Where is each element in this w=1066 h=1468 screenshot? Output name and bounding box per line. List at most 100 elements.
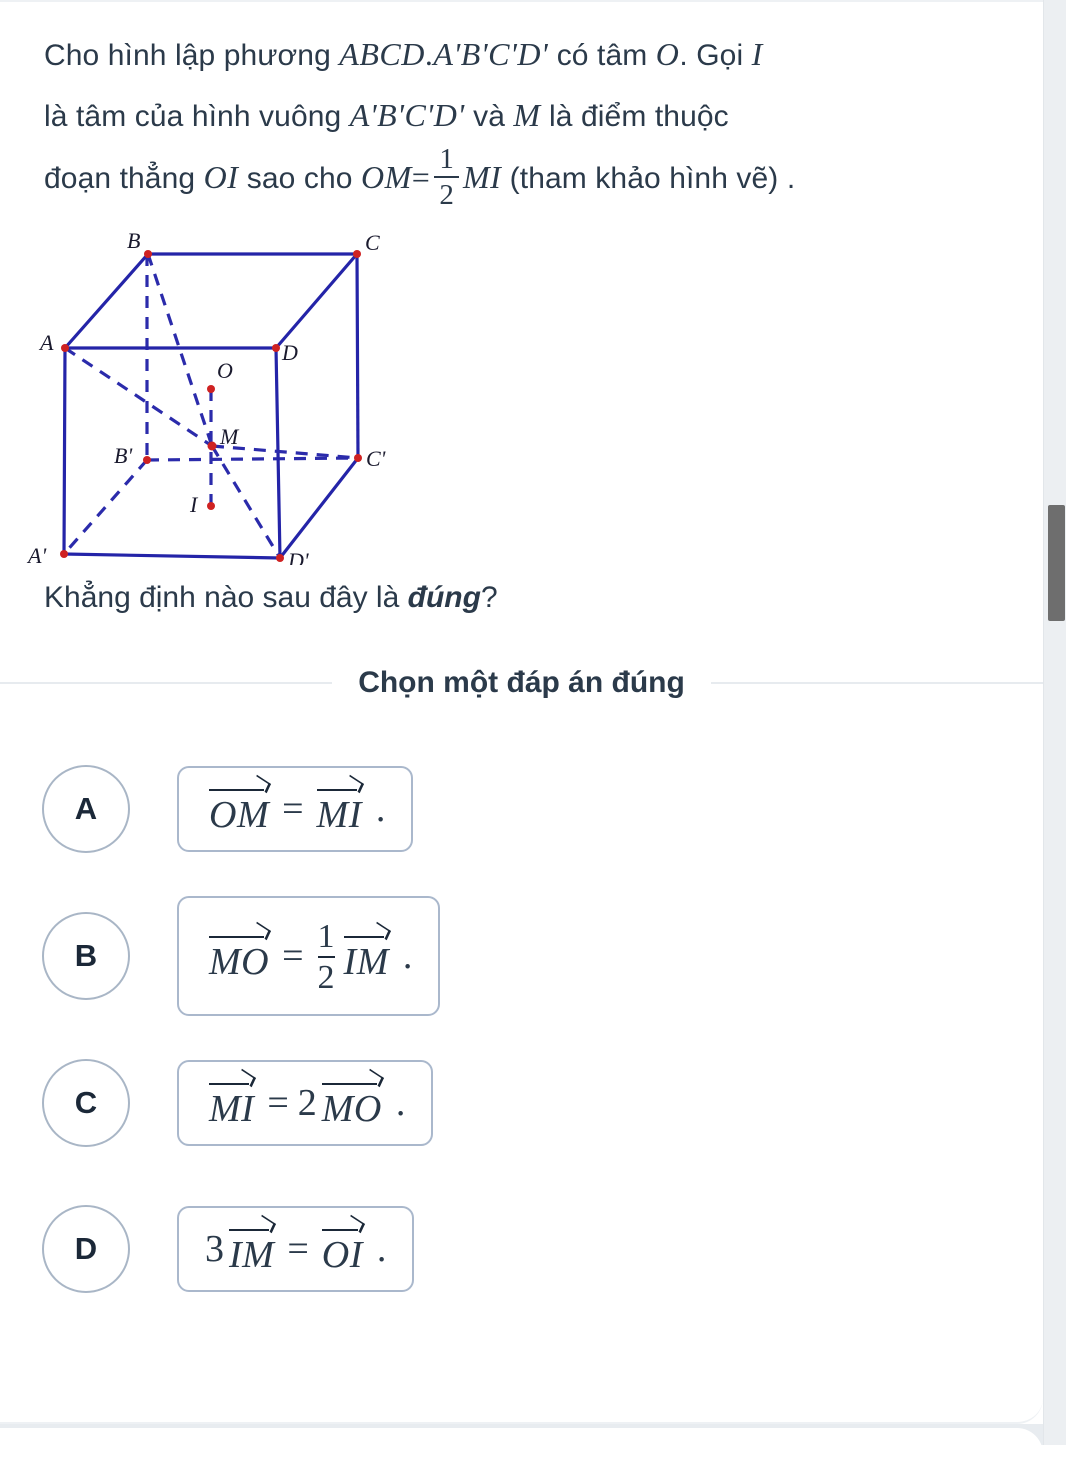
- vector-letters: MO: [321, 1088, 382, 1131]
- vertex-dot-C: [353, 250, 361, 259]
- cube-visible-edges: [62, 252, 360, 561]
- vector-letters: OI: [321, 1234, 363, 1277]
- option-d-expression: 3 IM = OI .: [205, 1222, 386, 1276]
- question-line-1: Cho hình lập phương ABCD.A'B'C'D' có tâm…: [44, 24, 985, 85]
- vector-arrow-icon: [207, 1076, 256, 1089]
- vertex-label-B: B: [127, 228, 140, 253]
- vector-mo: MO: [207, 929, 271, 983]
- vertex-label-C: C: [365, 230, 380, 255]
- vector-arrow-icon: [342, 929, 391, 942]
- vector-arrow-icon: [207, 782, 271, 795]
- period: .: [376, 1228, 387, 1271]
- vector-im: IM: [342, 929, 391, 983]
- question-prompt: Khẳng định nào sau đây là đúng?: [0, 565, 1043, 620]
- stem-text: là điểm thuộc: [540, 100, 729, 134]
- equals-sign: =: [267, 1082, 289, 1125]
- math-fraction-one-half: 12: [434, 145, 459, 210]
- math-square-name: A'B'C'D': [349, 97, 465, 134]
- vector-oi: OI: [320, 1222, 365, 1276]
- vector-arrow-icon: [227, 1222, 276, 1235]
- vector-letters: OM: [209, 794, 270, 837]
- question-line-3: đoạn thẳng OI sao cho OM= 1 2 MI (tham khảo…: [44, 145, 985, 213]
- vertical-scrollbar-thumb[interactable]: [1048, 505, 1065, 621]
- math-point-m: M: [513, 97, 541, 134]
- vertex-dot-Cprime: [354, 454, 362, 463]
- vector-mi: MI: [315, 782, 364, 836]
- point-dot-M: [207, 441, 217, 451]
- diagonal-A-M: [64, 347, 213, 448]
- vector-letters: MO: [209, 941, 270, 984]
- option-d[interactable]: D 3 IM = OI .: [0, 1190, 1043, 1308]
- fraction-denominator: 2: [434, 176, 459, 210]
- option-c-answer[interactable]: MI = 2 MO .: [177, 1060, 434, 1147]
- option-c[interactable]: C MI = 2 MO .: [0, 1044, 1043, 1162]
- diagonal-B-M: [146, 253, 214, 447]
- question-card: Cho hình lập phương ABCD.A'B'C'D' có tâm…: [0, 0, 1043, 1424]
- math-point-i: I: [751, 36, 763, 72]
- divider-line-left: [0, 682, 333, 685]
- cube-vertex-dots: [60, 250, 362, 563]
- point-label-I: I: [189, 492, 199, 517]
- edge-C-D: [274, 252, 359, 351]
- vertex-dot-D: [272, 344, 280, 353]
- option-d-letter[interactable]: D: [42, 1205, 130, 1294]
- vector-letters: IM: [229, 1234, 275, 1277]
- fraction-numerator: 1: [317, 917, 335, 955]
- stem-text: . Gọi: [679, 39, 752, 72]
- option-b-expression: MO = 12 IM .: [205, 919, 412, 994]
- option-a-answer[interactable]: OM = MI .: [177, 766, 414, 853]
- stem-text: có tâm: [548, 39, 656, 72]
- edge-Bprime-Cprime: [146, 456, 359, 463]
- vertex-label-Cprime: C': [366, 446, 386, 471]
- edge-Cprime-Dprime: [278, 456, 360, 561]
- stem-text: sao cho: [238, 161, 362, 195]
- math-cube-name: ABCD: [339, 36, 425, 72]
- math-segment-oi: OI: [203, 158, 239, 195]
- stem-text: là tâm của hình vuông: [44, 100, 350, 134]
- point-dot-I: [207, 502, 215, 511]
- choose-answer-divider: Chọn một đáp án đúng: [0, 666, 1043, 700]
- prompt-text-pre: Khẳng định nào sau đây là: [44, 581, 408, 615]
- option-a[interactable]: A OM = MI .: [0, 750, 1043, 868]
- diagonal-M-Dprime: [210, 445, 282, 560]
- vertex-dot-A: [61, 344, 69, 353]
- math-equals: =: [411, 158, 431, 195]
- question-stem: Cho hình lập phương ABCD.A'B'C'D' có tâm…: [0, 2, 1043, 212]
- vertex-dot-Bprime: [143, 456, 151, 465]
- edge-Aprime-Dprime: [62, 552, 282, 561]
- vertex-label-Dprime: D': [287, 548, 309, 565]
- choose-answer-label: Chọn một đáp án đúng: [358, 666, 685, 700]
- option-a-letter[interactable]: A: [42, 765, 130, 854]
- stem-text: đoạn thẳng: [44, 161, 204, 195]
- edge-C-Cprime: [355, 252, 360, 461]
- vector-mo: MO: [320, 1076, 384, 1130]
- option-d-answer[interactable]: 3 IM = OI .: [177, 1206, 415, 1293]
- option-b[interactable]: B MO = 12 IM .: [0, 896, 1043, 1017]
- vector-arrow-icon: [315, 782, 364, 795]
- next-card-top: [0, 1428, 1043, 1468]
- edge-Bprime-Aprime: [62, 459, 149, 556]
- question-line-2: là tâm của hình vuông A'B'C'D' và M là đ…: [44, 85, 985, 146]
- vector-im: IM: [227, 1222, 276, 1276]
- option-b-letter[interactable]: B: [42, 912, 130, 1001]
- answer-options-list: A OM = MI . B MO = 12 IM . C MI = 2 MO .…: [0, 700, 1043, 1308]
- point-dot-O: [207, 385, 215, 394]
- vector-arrow-icon: [207, 929, 271, 942]
- math-point-o: O: [655, 36, 680, 72]
- coefficient-one-half: 12: [317, 917, 335, 995]
- equals-sign: =: [287, 1228, 309, 1271]
- cube-figure: B C A D B' C' A' D' O M I: [0, 212, 1043, 565]
- stem-text: Cho hình lập phương: [44, 39, 340, 72]
- vector-arrow-icon: [320, 1076, 384, 1089]
- option-a-expression: OM = MI .: [205, 782, 385, 836]
- vertex-dot-B: [144, 250, 152, 259]
- option-b-answer[interactable]: MO = 12 IM .: [177, 896, 441, 1017]
- fraction-denominator: 2: [317, 955, 335, 995]
- option-c-letter[interactable]: C: [42, 1059, 130, 1148]
- point-label-O: O: [217, 358, 233, 383]
- vertical-scrollbar-track[interactable]: [1043, 0, 1066, 1445]
- vector-letters: MI: [209, 1088, 255, 1131]
- vertex-label-Aprime: A': [26, 543, 46, 565]
- vector-mi: MI: [207, 1076, 256, 1130]
- math-mi: MI: [462, 158, 502, 195]
